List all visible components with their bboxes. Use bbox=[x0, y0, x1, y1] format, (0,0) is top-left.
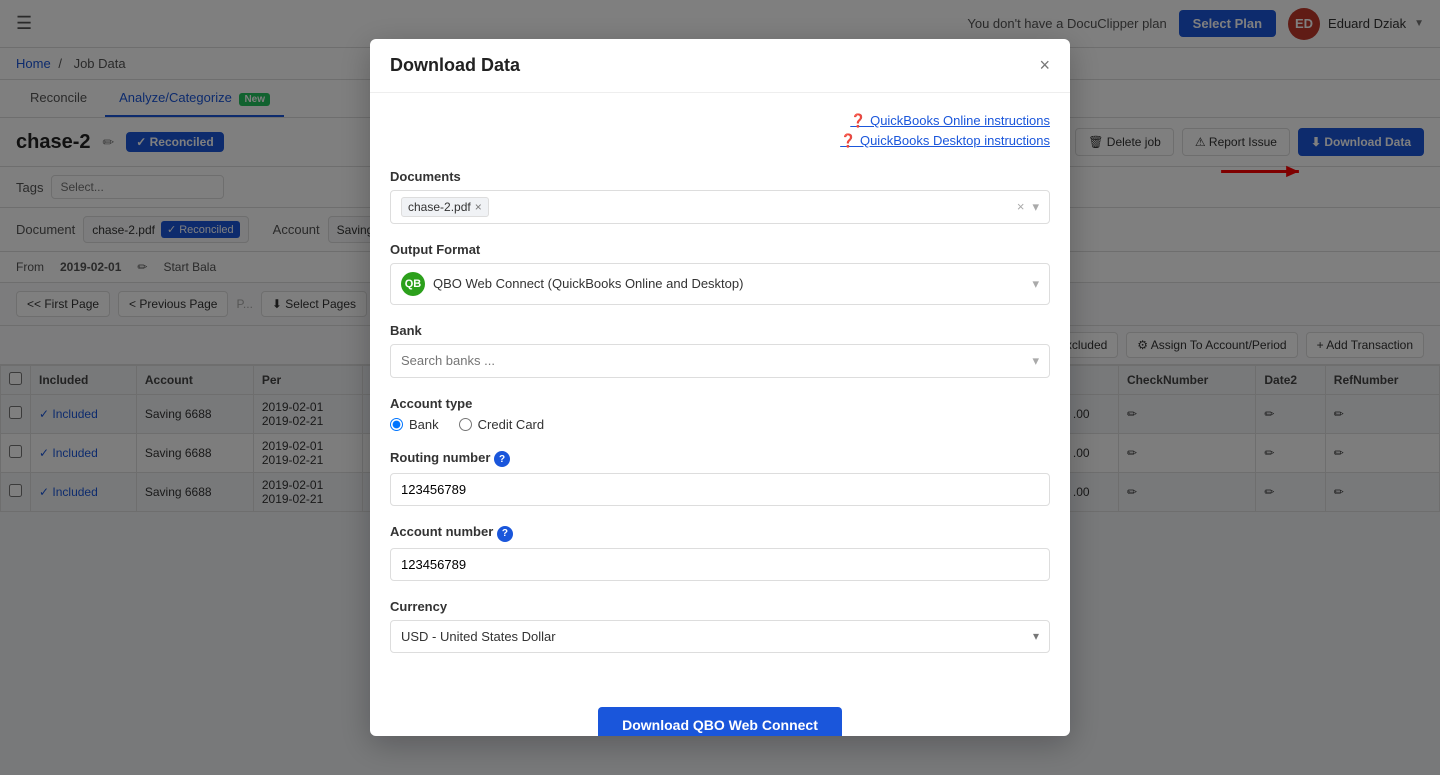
radio-credit-card[interactable]: Credit Card bbox=[459, 417, 544, 432]
bank-chevron: ▾ bbox=[1032, 353, 1039, 369]
account-number-input[interactable] bbox=[390, 548, 1050, 581]
modal-body: ❓ QuickBooks Online instructions ❓ Quick… bbox=[370, 93, 1070, 691]
quickbooks-online-link[interactable]: ❓ QuickBooks Online instructions bbox=[850, 113, 1050, 129]
output-format-group: Output Format QB QBO Web Connect (QuickB… bbox=[390, 242, 1050, 305]
qb-icon: QB bbox=[401, 272, 425, 296]
bank-label: Bank bbox=[390, 323, 1050, 338]
account-number-group: Account number ? bbox=[390, 524, 1050, 581]
account-type-label: Account type bbox=[390, 396, 1050, 411]
radio-bank[interactable]: Bank bbox=[390, 417, 439, 432]
currency-select-wrapper: USD - United States Dollar EUR - Euro GB… bbox=[390, 620, 1050, 653]
account-help-icon[interactable]: ? bbox=[497, 526, 513, 542]
modal-overlay: Download Data × ❓ QuickBooks Online inst… bbox=[0, 0, 1440, 775]
bank-group: Bank ▾ bbox=[390, 323, 1050, 378]
quickbooks-desktop-link[interactable]: ❓ QuickBooks Desktop instructions bbox=[840, 133, 1050, 149]
bank-search-input[interactable] bbox=[401, 353, 1032, 368]
document-tag: chase-2.pdf × bbox=[401, 197, 489, 217]
routing-number-group: Routing number ? bbox=[390, 450, 1050, 507]
routing-number-input[interactable] bbox=[390, 473, 1050, 506]
account-type-group: Account type Bank Credit Card bbox=[390, 396, 1050, 432]
output-format-label: Output Format bbox=[390, 242, 1050, 257]
currency-label: Currency bbox=[390, 599, 1050, 614]
modal-links: ❓ QuickBooks Online instructions ❓ Quick… bbox=[390, 113, 1050, 149]
document-tag-remove[interactable]: × bbox=[475, 200, 482, 214]
bank-search-field[interactable]: ▾ bbox=[390, 344, 1050, 378]
dropdown-icon[interactable]: ▾ bbox=[1032, 199, 1039, 215]
qb-logo: QB QBO Web Connect (QuickBooks Online an… bbox=[401, 272, 743, 296]
documents-field: chase-2.pdf × × ▾ bbox=[390, 190, 1050, 224]
modal-footer: Download QBO Web Connect bbox=[370, 691, 1070, 737]
output-format-select[interactable]: QB QBO Web Connect (QuickBooks Online an… bbox=[390, 263, 1050, 305]
modal: Download Data × ❓ QuickBooks Online inst… bbox=[370, 39, 1070, 737]
account-number-label: Account number ? bbox=[390, 524, 1050, 542]
currency-group: Currency USD - United States Dollar EUR … bbox=[390, 599, 1050, 653]
documents-label: Documents bbox=[390, 169, 1050, 184]
download-qbo-button[interactable]: Download QBO Web Connect bbox=[598, 707, 842, 737]
clear-icon[interactable]: × bbox=[1017, 199, 1025, 214]
routing-help-icon[interactable]: ? bbox=[494, 451, 510, 467]
account-type-radios: Bank Credit Card bbox=[390, 417, 1050, 432]
modal-header: Download Data × bbox=[370, 39, 1070, 93]
documents-group: Documents chase-2.pdf × × ▾ bbox=[390, 169, 1050, 224]
modal-close-button[interactable]: × bbox=[1039, 56, 1050, 74]
format-chevron: ▾ bbox=[1032, 276, 1039, 292]
currency-select[interactable]: USD - United States Dollar EUR - Euro GB… bbox=[391, 621, 1049, 652]
routing-number-label: Routing number ? bbox=[390, 450, 1050, 468]
modal-title: Download Data bbox=[390, 55, 520, 76]
